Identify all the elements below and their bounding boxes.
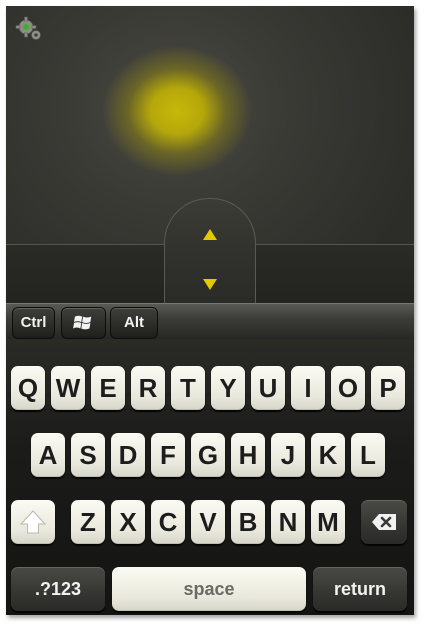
key-a[interactable]: A (31, 433, 65, 477)
backspace-icon (372, 514, 396, 530)
key-s[interactable]: S (71, 433, 105, 477)
windows-key[interactable] (61, 307, 106, 339)
space-key[interactable]: space (112, 567, 306, 611)
alt-key[interactable]: Alt (110, 307, 158, 339)
gear-icon[interactable] (15, 16, 43, 42)
key-o[interactable]: O (331, 366, 365, 410)
key-z[interactable]: Z (71, 500, 105, 544)
remote-app-frame: Ctrl Alt Q W E R T Y U I O P A S D F G H… (6, 6, 414, 615)
key-n[interactable]: N (271, 500, 305, 544)
key-b[interactable]: B (231, 500, 265, 544)
arrow-down-icon[interactable] (203, 279, 217, 290)
key-h[interactable]: H (231, 433, 265, 477)
key-t[interactable]: T (171, 366, 205, 410)
onscreen-keyboard: Q W E R T Y U I O P A S D F G H J K L Z … (6, 339, 414, 615)
touchpad-area[interactable] (6, 6, 414, 309)
modifier-bar: Ctrl Alt (6, 303, 414, 340)
key-g[interactable]: G (191, 433, 225, 477)
backspace-key[interactable] (361, 500, 407, 544)
key-e[interactable]: E (91, 366, 125, 410)
key-p[interactable]: P (371, 366, 405, 410)
key-q[interactable]: Q (11, 366, 45, 410)
key-m[interactable]: M (311, 500, 345, 544)
shift-icon (19, 510, 47, 534)
key-w[interactable]: W (51, 366, 85, 410)
windows-logo-icon (72, 315, 91, 330)
key-d[interactable]: D (111, 433, 145, 477)
key-r[interactable]: R (131, 366, 165, 410)
key-x[interactable]: X (111, 500, 145, 544)
key-y[interactable]: Y (211, 366, 245, 410)
key-c[interactable]: C (151, 500, 185, 544)
touch-point-glow (102, 46, 252, 176)
shift-key[interactable] (11, 500, 55, 544)
key-i[interactable]: I (291, 366, 325, 410)
return-key[interactable]: return (313, 567, 407, 611)
numbers-key[interactable]: .?123 (11, 567, 105, 611)
arrow-up-icon[interactable] (203, 229, 217, 240)
ctrl-key[interactable]: Ctrl (12, 307, 55, 339)
key-u[interactable]: U (251, 366, 285, 410)
scroll-wheel[interactable] (164, 198, 256, 309)
key-f[interactable]: F (151, 433, 185, 477)
key-l[interactable]: L (351, 433, 385, 477)
key-k[interactable]: K (311, 433, 345, 477)
key-j[interactable]: J (271, 433, 305, 477)
key-v[interactable]: V (191, 500, 225, 544)
